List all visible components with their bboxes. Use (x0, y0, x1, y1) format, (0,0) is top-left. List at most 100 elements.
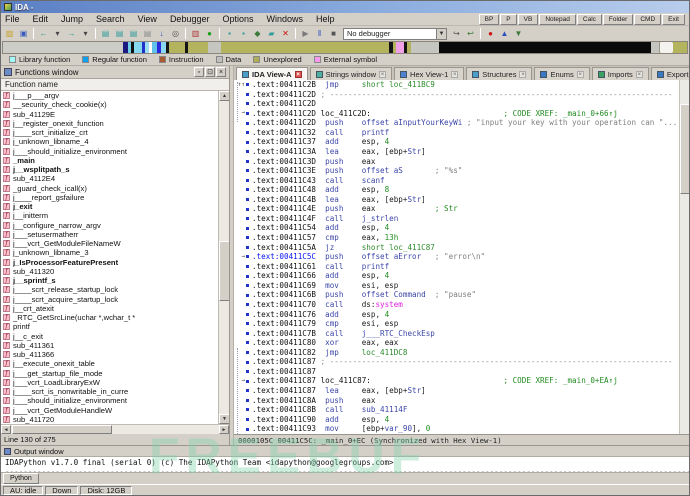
function-item[interactable]: fsub_411361 (1, 341, 218, 350)
tab-ida-view-a[interactable]: IDA View-A× (236, 67, 308, 80)
function-item[interactable]: fj____scrt_is_nonwritable_in_curre (1, 387, 218, 396)
function-item[interactable]: f_RTC_GetSrcLine(uchar *,wchar_t * (1, 313, 218, 322)
disasm-line[interactable]: .text:00411C54 add esp, 4 (234, 223, 679, 233)
disasm-line[interactable]: .text:00411C87 (234, 367, 679, 377)
disasm-line[interactable]: .text:00411C5A jz short loc_411C87 (234, 243, 679, 253)
disassembly-view[interactable]: ↑↑.text:00411C2B jmp short loc_411BC9 .te… (234, 80, 689, 434)
disasm-line[interactable]: .text:00411C32 call printf (234, 128, 679, 138)
disasm-line[interactable]: →.text:00411C2D loc_411C2D: ; CODE XREF:… (234, 109, 679, 119)
function-item[interactable]: fj__initterm (1, 211, 218, 220)
function-item[interactable]: fj__execute_onexit_table (1, 359, 218, 368)
open-file-icon[interactable]: ▨ (3, 28, 16, 40)
disasm-line[interactable]: .text:00411C66 add esp, 4 (234, 271, 679, 281)
disasm-line[interactable]: .text:00411C57 cmp eax, 13h (234, 233, 679, 243)
output-log[interactable]: IDAPython v1.7.0 final (serial 0) (c) Th… (1, 457, 689, 472)
disasm-line[interactable]: .text:00411C4E push eax ; Str (234, 204, 679, 214)
copy-data-icon[interactable]: ▤ (99, 28, 112, 40)
launcher-calc[interactable]: Calc (577, 14, 602, 25)
disasm-line[interactable]: ↑↑.text:00411C2B jmp short loc_411BC9 (234, 80, 679, 90)
scroll-left-icon[interactable]: ◄ (1, 425, 11, 434)
tab-close-icon[interactable]: × (577, 71, 584, 78)
struct-add-icon[interactable]: ▪ (237, 28, 250, 40)
disasm-line[interactable]: .text:00411C8B call sub_41114F (234, 405, 679, 415)
tab-hex-view-1[interactable]: Hex View-1× (394, 67, 464, 80)
function-item[interactable]: fj____report_gsfailure (1, 193, 218, 202)
snapshot-icon[interactable]: ▰ (265, 28, 278, 40)
disasm-line[interactable]: .text:00411C3E push offset aS ; "%s" (234, 166, 679, 176)
disasm-line[interactable]: .text:00411C80 xor eax, eax (234, 338, 679, 348)
menu-options[interactable]: Options (222, 14, 253, 24)
disasm-line[interactable]: .text:00411C4F call j_strlen (234, 214, 679, 224)
panel-minimize-button[interactable]: ▫ (194, 67, 204, 77)
jump-address-icon[interactable]: ↓ (155, 28, 168, 40)
disasm-line[interactable]: .text:00411C3D push eax (234, 157, 679, 167)
title-bar[interactable]: IDA - (1, 1, 689, 13)
disasm-line[interactable]: .text:00411C69 mov esi, esp (234, 281, 679, 291)
function-item[interactable]: fj__wsplitpath_s (1, 165, 218, 174)
function-item[interactable]: fj__register_onexit_function (1, 119, 218, 128)
chevron-down-icon[interactable]: ▼ (436, 29, 446, 39)
launcher-notepad[interactable]: Notepad (539, 14, 576, 25)
function-list-vscrollbar[interactable]: ▲ ▼ (218, 91, 229, 424)
tab-exports[interactable]: Exports× (651, 67, 690, 80)
panel-float-button[interactable]: ⊡ (205, 67, 215, 77)
function-item[interactable]: fsub_411320 (1, 267, 218, 276)
tab-imports[interactable]: Imports× (592, 67, 649, 80)
debug-stop-icon[interactable]: ■ (327, 28, 340, 40)
menu-windows[interactable]: Windows (267, 14, 304, 24)
scroll-up-icon[interactable]: ▲ (219, 91, 229, 101)
tab-close-icon[interactable]: × (379, 71, 386, 78)
function-item[interactable]: fj____scrt_initialize_crt (1, 128, 218, 137)
disasm-line[interactable]: .text:00411C79 cmp esi, esp (234, 319, 679, 329)
function-item[interactable]: f_guard_check_icall(x) (1, 184, 218, 193)
menu-file[interactable]: File (5, 14, 20, 24)
function-item[interactable]: fj___vcrt_LoadLibraryExW (1, 378, 218, 387)
menu-view[interactable]: View (138, 14, 157, 24)
tab-strings-window[interactable]: Strings window× (310, 67, 392, 80)
launcher-exit[interactable]: Exit (662, 14, 685, 25)
function-item[interactable]: fj__sprintf_s (1, 276, 218, 285)
flowchart-icon[interactable]: ▥ (189, 28, 202, 40)
disasm-line[interactable]: .text:00411C70 call ds:system (234, 300, 679, 310)
tab-close-icon[interactable]: × (636, 71, 643, 78)
nav-forward-dropdown-icon[interactable]: ▾ (79, 28, 92, 40)
search-icon[interactable]: ◎ (169, 28, 182, 40)
function-item[interactable]: fj_IsProcessorFeaturePresent (1, 258, 218, 267)
launcher-p[interactable]: P (500, 14, 516, 25)
function-item[interactable]: fsub_4112E4 (1, 174, 218, 183)
function-item[interactable]: f__security_check_cookie(x) (1, 100, 218, 109)
debug-pause-icon[interactable]: ‖ (313, 28, 326, 40)
disasm-line[interactable]: .text:00411C87 lea eax, [ebp+Str] (234, 386, 679, 396)
functions-panel-title[interactable]: Functions window ▫⊡× (1, 66, 229, 79)
scroll-right-icon[interactable]: ► (219, 425, 229, 434)
disassembly-vscrollbar[interactable] (679, 80, 689, 434)
panel-close-button[interactable]: × (216, 67, 226, 77)
function-item[interactable]: fj_exit (1, 202, 218, 211)
save-icon[interactable]: ▣ (17, 28, 30, 40)
debugger-select[interactable]: No debugger▼ (343, 28, 447, 40)
function-item[interactable]: fj__configure_narrow_argv (1, 221, 218, 230)
disasm-line[interactable]: .text:00411C43 call scanf (234, 176, 679, 186)
menu-debugger[interactable]: Debugger (170, 14, 210, 24)
copy-code-icon[interactable]: ▤ (113, 28, 126, 40)
vscroll-thumb[interactable] (219, 241, 229, 301)
menu-help[interactable]: Help (316, 14, 335, 24)
function-item[interactable]: fj__c_exit (1, 332, 218, 341)
disasm-line[interactable]: .text:00411C4B lea eax, [ebp+Str] (234, 195, 679, 205)
nav-forward-icon[interactable]: → (65, 28, 78, 40)
trace-icon[interactable]: ▼ (512, 28, 525, 40)
disasm-line[interactable]: .text:00411C76 add esp, 4 (234, 310, 679, 320)
function-item[interactable]: fsub_41129E (1, 110, 218, 119)
debug-start-icon[interactable]: ▶ (299, 28, 312, 40)
menu-jump[interactable]: Jump (61, 14, 83, 24)
copy-all-icon[interactable]: ▤ (127, 28, 140, 40)
menu-edit[interactable]: Edit (33, 14, 49, 24)
function-item[interactable]: fsub_411366 (1, 350, 218, 359)
function-item[interactable]: fj____scrt_acquire_startup_lock (1, 295, 218, 304)
nav-band-end-button[interactable] (659, 42, 673, 53)
function-item[interactable]: fj___p___argv (1, 91, 218, 100)
launcher-cmd[interactable]: CMD (634, 14, 661, 25)
disasm-line[interactable]: .text:00411C37 add esp, 4 (234, 137, 679, 147)
disasm-line[interactable]: .text:00411C6B push offset Command ; "pa… (234, 290, 679, 300)
undefine-icon[interactable]: ▤ (141, 28, 154, 40)
